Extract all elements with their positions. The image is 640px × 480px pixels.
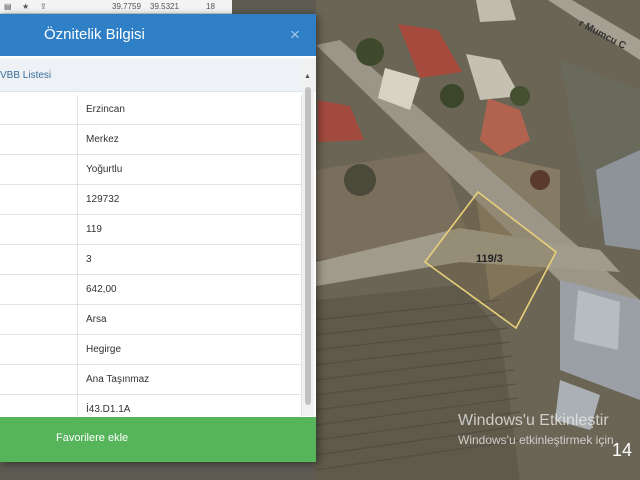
table-value: 642,00 [86,284,117,295]
table-value: Yoğurtlu [86,164,123,175]
table-value: Merkez [86,134,119,145]
table-row: 3 [0,245,302,275]
table-key-cell [0,365,78,394]
tab-label: VBB Listesi [0,70,52,81]
share-icon[interactable]: ⇪ [40,2,47,11]
attribute-panel: Öznitelik Bilgisi × VBB Listesi Erzincan… [0,14,316,462]
table-key-cell [0,305,78,334]
scrollbar-thumb[interactable] [305,87,311,405]
table-key-cell [0,95,78,124]
add-to-favorites-button[interactable]: Favorilere ekle [0,417,316,462]
table-row: İ43.D1.1A [0,395,302,417]
table-row: Arsa [0,305,302,335]
table-value: Hegirge [86,344,122,355]
page-number: 14 [612,440,633,460]
table-key-cell [0,215,78,244]
table-value: İ43.D1.1A [86,404,131,415]
table-row: 119 [0,215,302,245]
table-key-cell [0,335,78,364]
favorites-button-label: Favorilere ekle [56,432,129,444]
table-key-cell [0,395,78,417]
panel-header: Öznitelik Bilgisi × [0,14,316,56]
table-key-cell [0,125,78,154]
table-row: Erzincan [0,95,302,125]
table-row: Merkez [0,125,302,155]
table-row: 642,00 [0,275,302,305]
table-key-cell [0,245,78,274]
table-row: Yoğurtlu [0,155,302,185]
watermark-subtitle: Windows'u etkinleştirmek için [458,433,614,447]
table-key-cell [0,185,78,214]
attribute-table: Erzincan Merkez Yoğurtlu 129732 119 3 64… [0,95,302,417]
table-row: 129732 [0,185,302,215]
table-value: Ana Taşınmaz [86,374,150,385]
table-value: Erzincan [86,104,125,115]
layers-icon[interactable]: ▤ [4,2,12,11]
table-value: 119 [86,224,102,235]
coordinate-x: 39.7759 [112,2,141,11]
star-icon[interactable]: ★ [22,2,29,11]
scrollbar[interactable]: ▲ ▼ [302,58,314,426]
table-key-cell [0,155,78,184]
table-row: Hegirge [0,335,302,365]
parcel-label[interactable]: 119/3 [476,253,503,265]
panel-title: Öznitelik Bilgisi [44,26,145,43]
activation-watermark: Windows'u Etkinleştir Windows'u etkinleş… [458,412,614,447]
coordinate-y: 39.5321 [150,2,179,11]
table-row: Ana Taşınmaz [0,365,302,395]
table-value: 129732 [86,194,120,205]
table-value: 3 [86,254,92,265]
watermark-title: Windows'u Etkinleştir [458,412,609,429]
scroll-up-icon[interactable]: ▲ [304,73,311,80]
table-key-cell [0,275,78,304]
table-value: Arsa [86,314,107,325]
zoom-level: 18 [206,2,215,11]
tab-vbb-list[interactable]: VBB Listesi [0,58,316,92]
map-toolbar: ▤ ★ ⇪ 39.7759 39.5321 18 [0,0,232,14]
close-icon[interactable]: × [290,25,300,45]
